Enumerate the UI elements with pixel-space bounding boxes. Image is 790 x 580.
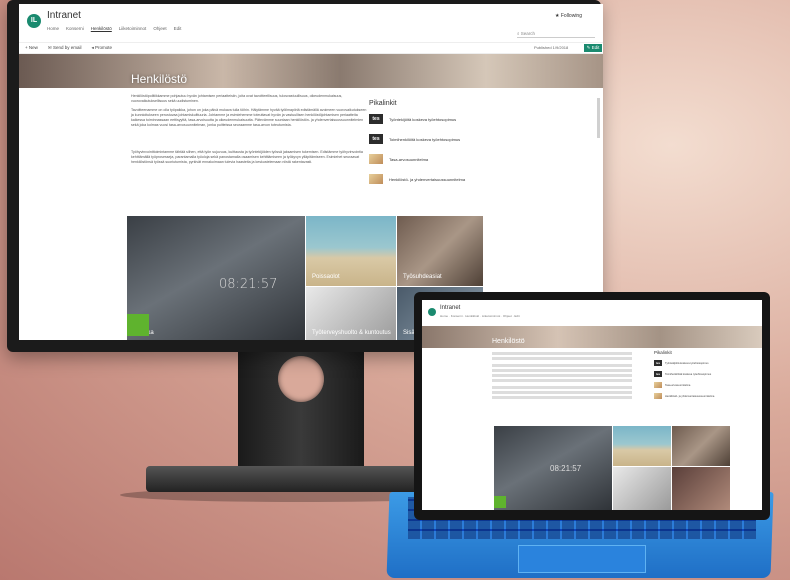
nav-konserni[interactable]: Konserni: [451, 314, 463, 318]
quick-link-label: Tasa-arvosuunnitelma: [665, 383, 691, 387]
text-line: [492, 391, 632, 394]
new-button[interactable]: + New: [25, 44, 38, 52]
page-scrollbar[interactable]: [597, 98, 600, 138]
send-email-button[interactable]: ✉ Send by email: [48, 44, 82, 52]
quick-link-label: Henkilöstö- ja yhdenvertaisuussuunnitelm…: [389, 176, 466, 182]
quick-link[interactable]: Henkilöstö- ja yhdenvertaisuussuunnitelm…: [654, 393, 714, 399]
nav-home[interactable]: Home: [440, 314, 448, 318]
tile-label: Työsuhdeasiat: [403, 274, 442, 280]
body-paragraph: Työhyvinvointitoimintamme tähtää siihen,…: [131, 150, 363, 164]
text-line: [492, 374, 632, 377]
page-banner-image: [19, 54, 603, 88]
following-label: Following: [560, 13, 582, 19]
tile-accent-square: [494, 496, 506, 508]
quick-link[interactable]: Tasa-arvosuunnitelma: [654, 382, 690, 388]
tile-sisainen-viestinta[interactable]: [672, 467, 730, 510]
document-thumbnail-icon: [369, 174, 383, 184]
laptop-clock-image: 08:21:57: [550, 464, 582, 473]
laptop-screen: Intranet Home · Konserni · Henkilöstö · …: [422, 300, 762, 510]
tes-logo-icon: tes: [654, 360, 662, 366]
text-line: [492, 396, 632, 399]
text-line: [492, 357, 632, 360]
tile-tyosuhdeasiat[interactable]: Työsuhdeasiat: [397, 216, 483, 286]
nav-konserni[interactable]: Konserni: [66, 26, 84, 31]
text-line: [492, 364, 632, 367]
quick-link-label: Henkilöstö- ja yhdenvertaisuussuunnitelm…: [665, 394, 715, 398]
tile-accent-square: [127, 314, 149, 336]
quick-link-label: Tasa-arvosuunnitelma: [389, 156, 429, 162]
text-line: [492, 386, 632, 389]
top-navigation: Home · Konserni · Henkilöstö · Liiketoim…: [440, 314, 520, 318]
page-title: Henkilöstö: [131, 72, 188, 86]
monitor-screen: IL Intranet Home Konserni Henkilöstö Lii…: [19, 4, 603, 340]
tes-logo-icon: tes: [369, 134, 383, 144]
document-thumbnail-icon: [654, 382, 662, 388]
top-navigation: Home Konserni Henkilöstö Liiketoiminnot …: [47, 26, 181, 31]
site-title[interactable]: Intranet: [440, 305, 460, 311]
quick-link-label: Toimihenkilöitä koskeva työehtosopimus: [389, 136, 461, 142]
tile-poissaolot[interactable]: Poissaolot: [306, 216, 396, 286]
search-placeholder: Search: [520, 31, 536, 36]
quick-link[interactable]: tes Työntekijöitä koskeva työehtosopimus: [654, 360, 709, 366]
document-thumbnail-icon: [654, 393, 662, 399]
quick-link[interactable]: Henkilöstö- ja yhdenvertaisuussuunnitelm…: [369, 174, 465, 184]
text-line: [492, 379, 632, 382]
site-logo[interactable]: [428, 308, 436, 316]
monitor-stand-hole: [278, 356, 324, 402]
site-header: IL Intranet Home Konserni Henkilöstö Lii…: [19, 4, 603, 38]
tes-logo-icon: tes: [654, 371, 662, 377]
site-logo[interactable]: IL: [27, 14, 41, 28]
nav-henkilosto[interactable]: Henkilöstö: [465, 314, 479, 318]
edit-label: Edit: [591, 45, 600, 50]
quick-links-title: Pikalinkit: [654, 350, 672, 355]
tile-poissaolot[interactable]: [613, 426, 671, 466]
tile-label: Poissaolot: [312, 274, 340, 280]
text-line: [492, 352, 632, 355]
edit-button[interactable]: ✎ Edit: [584, 44, 602, 52]
page-title: Henkilöstö: [492, 338, 525, 345]
quick-link-label: Toimihenkilöitä koskeva työehtosopimus: [665, 372, 712, 376]
text-line: [492, 369, 632, 372]
quick-link-label: Työntekijöitä koskeva työehtosopimus: [665, 361, 709, 365]
nav-henkilosto[interactable]: Henkilöstö: [91, 26, 112, 31]
following-button[interactable]: ★ Following: [555, 13, 582, 19]
quick-link[interactable]: Tasa-arvosuunnitelma: [369, 154, 428, 164]
nav-home[interactable]: Home: [47, 26, 59, 31]
laptop-clock-image: 08:21:57: [219, 277, 278, 292]
nav-edit[interactable]: Edit: [514, 314, 519, 318]
tes-logo-icon: tes: [369, 114, 383, 124]
command-bar-actions: + New ✉ Send by email ◂ Promote: [25, 44, 112, 52]
promote-label: Promote: [94, 45, 112, 50]
search-input[interactable]: ⌕ Search: [517, 30, 595, 38]
monitor-stand-base: [146, 466, 446, 492]
tile-tyoterveyshuolto[interactable]: Työterveyshuolto & kuntoutus: [306, 287, 396, 340]
quick-links-title: Pikalinkit: [369, 100, 397, 107]
document-thumbnail-icon: [369, 154, 383, 164]
quick-link[interactable]: tes Toimihenkilöitä koskeva työehtosopim…: [369, 134, 460, 144]
published-status: Published 1/9/2018: [534, 45, 569, 50]
tile-label: Työterveyshuolto & kuntoutus: [312, 330, 391, 336]
command-bar: + New ✉ Send by email ◂ Promote Publishe…: [19, 42, 603, 54]
tile-tyoaika[interactable]: Työaika: [127, 216, 305, 340]
page-banner-image: [422, 326, 762, 348]
site-title[interactable]: Intranet: [47, 10, 81, 21]
intro-paragraph: Henkilöstöpolitiikkamme pohjautuu hyvän …: [131, 94, 343, 103]
nav-ohjeet[interactable]: Ohjeet: [153, 26, 166, 31]
promote-button[interactable]: ◂ Promote: [91, 44, 112, 52]
quick-link[interactable]: tes Toimihenkilöitä koskeva työehtosopimu…: [654, 371, 711, 377]
nav-liiketoiminnot[interactable]: Liiketoiminnot: [119, 26, 147, 31]
tile-tyosuhdeasiat[interactable]: [672, 426, 730, 466]
quick-link-label: Työntekijöitä koskeva työehtosopimus: [389, 116, 457, 122]
new-label: New: [28, 45, 38, 50]
send-email-label: Send by email: [52, 45, 82, 50]
touchpad: [518, 545, 646, 573]
body-paragraph: Tavoitteenamme on olla työpaikka, johon …: [131, 108, 367, 127]
nav-ohjeet[interactable]: Ohjeet: [503, 314, 512, 318]
quick-link[interactable]: tes Työntekijöitä koskeva työehtosopimus: [369, 114, 456, 124]
nav-edit[interactable]: Edit: [174, 26, 182, 31]
nav-liiketoiminnot[interactable]: Liiketoiminnot: [482, 314, 500, 318]
tile-tyoterveyshuolto[interactable]: [613, 467, 671, 510]
